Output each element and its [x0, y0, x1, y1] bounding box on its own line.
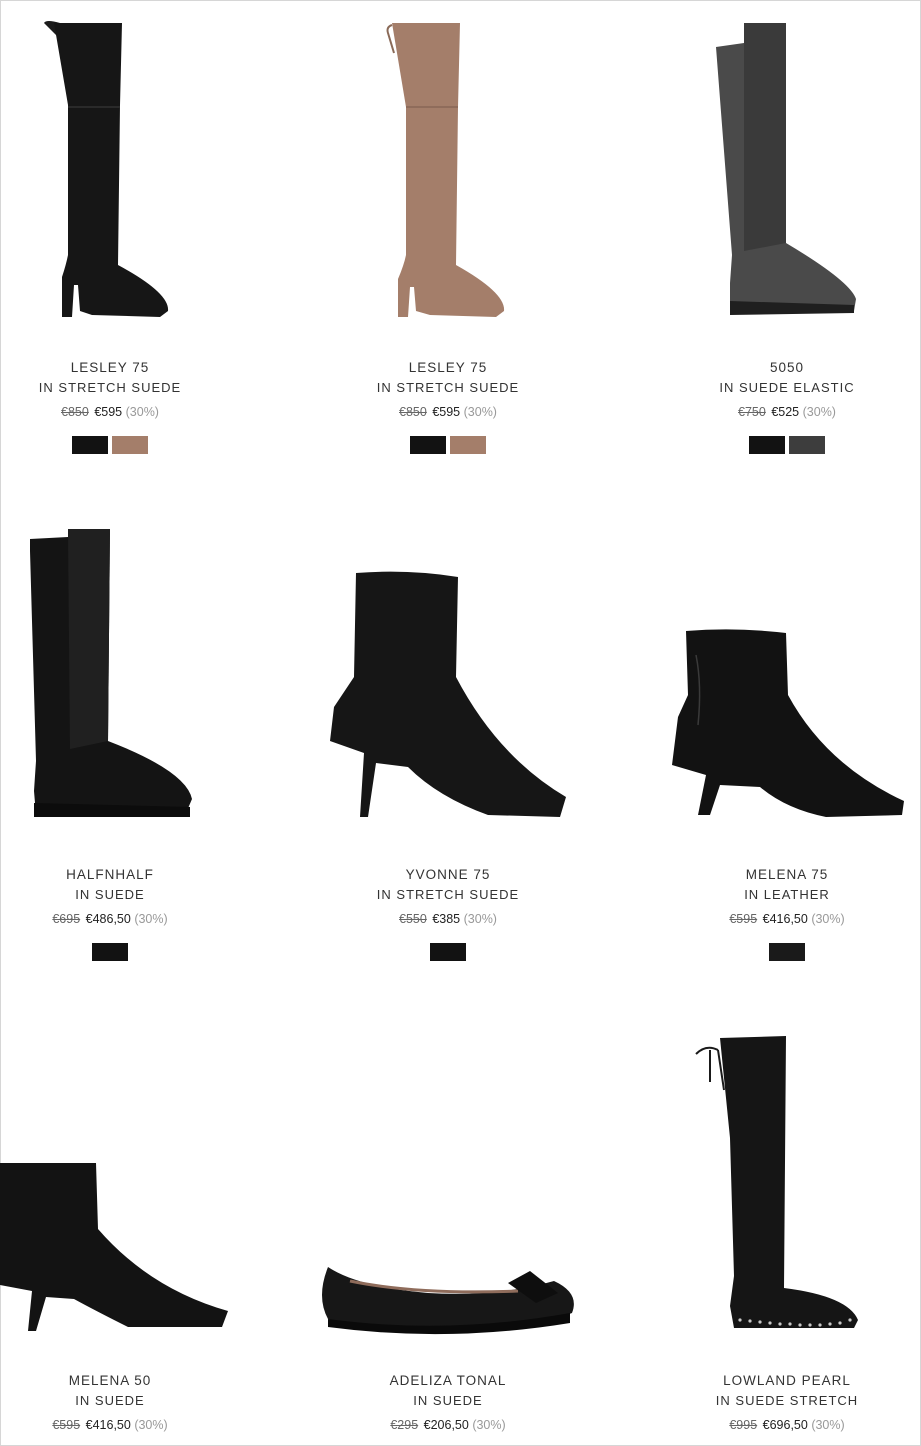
color-swatch[interactable]	[749, 436, 785, 454]
product-name[interactable]: MELENA 75	[637, 865, 921, 885]
original-price: €995	[729, 1418, 758, 1432]
color-swatch[interactable]	[769, 943, 805, 961]
sale-price: €696,50	[762, 1418, 808, 1432]
black-over-knee-boot-icon[interactable]	[0, 15, 300, 325]
product-name[interactable]: MELENA 50	[0, 1371, 260, 1391]
product-material[interactable]: IN SUEDE ELASTIC	[637, 378, 921, 398]
discount-percent: (30%)	[463, 405, 497, 419]
price-row: €750 €525 (30%)	[637, 402, 921, 422]
grey-flat-over-knee-boot-icon[interactable]	[636, 15, 921, 325]
original-price: €850	[399, 405, 427, 419]
color-swatches	[637, 943, 921, 961]
original-price: €295	[390, 1418, 419, 1432]
product-material[interactable]: IN SUEDE	[0, 885, 260, 905]
color-swatches	[0, 436, 260, 454]
product-name[interactable]: HALFNHALF	[0, 865, 260, 885]
color-swatch[interactable]	[430, 943, 466, 961]
product-info: LESLEY 75 IN STRETCH SUEDE €850 €595 (30%)	[298, 358, 598, 454]
price-row: €850 €595 (30%)	[298, 402, 598, 422]
product-material[interactable]: IN LEATHER	[637, 885, 921, 905]
price-row: €850 €595 (30%)	[0, 402, 260, 422]
price-row: €995 €696,50 (30%)	[637, 1415, 921, 1435]
original-price: €750	[738, 405, 766, 419]
product-info: ADELIZA TONAL IN SUEDE €295 €206,50 (30%)	[298, 1371, 598, 1435]
price-row: €595 €416,50 (30%)	[0, 1415, 260, 1435]
sale-price: €206,50	[423, 1418, 469, 1432]
sale-price: €416,50	[85, 1418, 131, 1432]
price-row: €595 €416,50 (30%)	[637, 909, 921, 929]
taupe-over-knee-boot-icon[interactable]	[298, 15, 598, 325]
product-material[interactable]: IN STRETCH SUEDE	[298, 378, 598, 398]
discount-percent: (30%)	[472, 1418, 506, 1432]
product-info: HALFNHALF IN SUEDE €695 €486,50 (30%)	[0, 865, 260, 961]
sale-price: €416,50	[762, 912, 808, 926]
original-price: €695	[52, 912, 81, 926]
color-swatches	[298, 436, 598, 454]
discount-percent: (30%)	[463, 912, 497, 926]
price-row: €695 €486,50 (30%)	[0, 909, 260, 929]
sale-price: €525	[771, 405, 800, 419]
original-price: €850	[61, 405, 89, 419]
sale-price: €486,50	[85, 912, 131, 926]
discount-percent: (30%)	[134, 912, 168, 926]
product-material[interactable]: IN SUEDE	[298, 1391, 598, 1411]
discount-percent: (30%)	[802, 405, 836, 419]
product-name[interactable]: LOWLAND PEARL	[637, 1371, 921, 1391]
product-material[interactable]: IN STRETCH SUEDE	[298, 885, 598, 905]
sale-price: €595	[432, 405, 461, 419]
product-info: YVONNE 75 IN STRETCH SUEDE €550 €385 (30%)	[298, 865, 598, 961]
original-price: €595	[729, 912, 758, 926]
discount-percent: (30%)	[811, 912, 845, 926]
color-swatches	[298, 943, 598, 961]
product-name[interactable]: LESLEY 75	[298, 358, 598, 378]
original-price: €550	[399, 912, 427, 926]
product-info: MELENA 50 IN SUEDE €595 €416,50 (30%)	[0, 1371, 260, 1435]
price-row: €550 €385 (30%)	[298, 909, 598, 929]
price-row: €295 €206,50 (30%)	[298, 1415, 598, 1435]
product-name[interactable]: LESLEY 75	[0, 358, 260, 378]
product-info: 5050 IN SUEDE ELASTIC €750 €525 (30%)	[637, 358, 921, 454]
color-swatch[interactable]	[450, 436, 486, 454]
color-swatch[interactable]	[112, 436, 148, 454]
black-pearl-over-knee-boot-icon[interactable]	[636, 1028, 921, 1338]
product-info: LOWLAND PEARL IN SUEDE STRETCH €995 €696,5…	[637, 1371, 921, 1435]
black-knee-boot-icon[interactable]	[0, 521, 300, 831]
product-name[interactable]: YVONNE 75	[298, 865, 598, 885]
product-name[interactable]: ADELIZA TONAL	[298, 1371, 598, 1391]
color-swatches	[637, 436, 921, 454]
sale-price: €385	[432, 912, 461, 926]
color-swatch[interactable]	[92, 943, 128, 961]
black-ballet-flat-icon[interactable]	[298, 1253, 598, 1343]
color-swatch[interactable]	[72, 436, 108, 454]
product-info: MELENA 75 IN LEATHER €595 €416,50 (30%)	[637, 865, 921, 961]
sale-price: €595	[94, 405, 123, 419]
black-leather-ankle-boot-icon[interactable]	[636, 625, 921, 825]
discount-percent: (30%)	[134, 1418, 168, 1432]
discount-percent: (30%)	[125, 405, 159, 419]
product-material[interactable]: IN SUEDE	[0, 1391, 260, 1411]
product-material[interactable]: IN STRETCH SUEDE	[0, 378, 260, 398]
color-swatch[interactable]	[410, 436, 446, 454]
color-swatches	[0, 943, 260, 961]
product-name[interactable]: 5050	[637, 358, 921, 378]
product-grid	[0, 0, 921, 1446]
black-sock-bootie-icon[interactable]	[298, 567, 598, 827]
discount-percent: (30%)	[811, 1418, 845, 1432]
product-info: LESLEY 75 IN STRETCH SUEDE €850 €595 (30%)	[0, 358, 260, 454]
black-kitten-heel-bootie-icon[interactable]	[0, 1159, 300, 1339]
product-material[interactable]: IN SUEDE STRETCH	[637, 1391, 921, 1411]
original-price: €595	[52, 1418, 81, 1432]
color-swatch[interactable]	[789, 436, 825, 454]
